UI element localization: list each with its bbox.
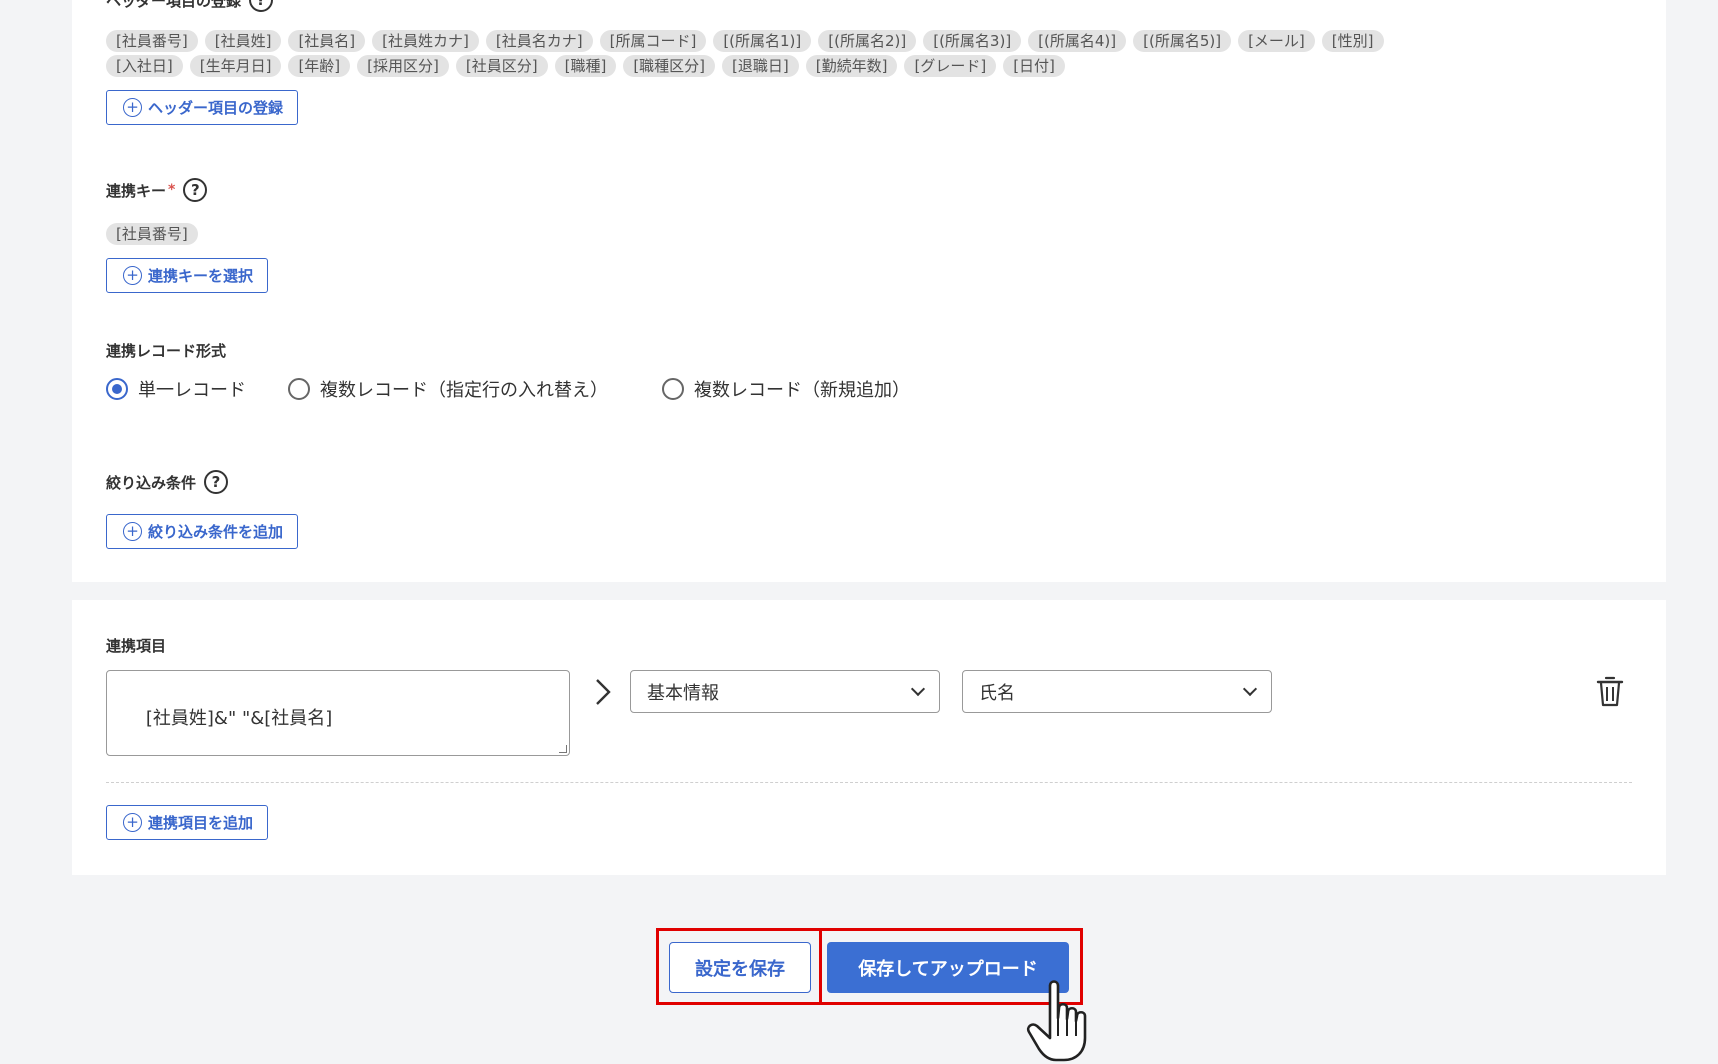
field-chip: [社員区分] <box>455 55 548 77</box>
settings-card: ヘッダー項目の登録 ? [社員番号] [社員姓] [社員名] [社員姓カナ] [社員名カ… <box>72 0 1666 582</box>
field-select-value: 氏名 <box>979 682 1015 704</box>
field-chip: [性別] <box>1321 30 1384 52</box>
category-select[interactable]: 基本情報 <box>630 670 940 713</box>
filter-label: 絞り込み条件 ? <box>106 470 229 494</box>
field-chip: [(所属名5)] <box>1133 30 1232 52</box>
plus-circle-icon: + <box>123 266 142 285</box>
radio-single-record[interactable]: 単一レコード <box>106 376 246 402</box>
field-chip: [社員名] <box>288 30 366 52</box>
header-section-label: ヘッダー項目の登録 ? <box>106 0 274 12</box>
plus-circle-icon: + <box>123 98 142 117</box>
expression-text: [社員姓]&" "&[社員名] <box>145 708 333 729</box>
chevron-down-icon <box>910 681 926 696</box>
chevron-right-icon <box>594 677 612 714</box>
select-link-key-button-label: 連携キーを選択 <box>148 267 254 285</box>
radio-circle[interactable] <box>662 378 684 400</box>
field-chip: [(所属名1)] <box>713 30 812 52</box>
link-key-label: 連携キー * ? <box>106 178 208 202</box>
save-settings-button[interactable]: 設定を保存 <box>669 942 811 993</box>
header-section-label-text: ヘッダー項目の登録 <box>106 0 242 10</box>
field-chip: [退職日] <box>722 55 799 77</box>
field-chip: [年齢] <box>288 55 351 77</box>
field-chip: [社員姓] <box>204 30 282 52</box>
field-chip: [社員姓カナ] <box>372 30 479 52</box>
save-settings-button-label: 設定を保存 <box>695 958 785 980</box>
record-format-label: 連携レコード形式 <box>106 340 226 361</box>
radio-circle[interactable] <box>288 378 310 400</box>
field-chip: [メール] <box>1238 30 1315 52</box>
header-chip-row-1: [社員番号] [社員姓] [社員名] [社員姓カナ] [社員名カナ] [所属コード] [(所… <box>106 30 1384 52</box>
field-chip: [職種] <box>554 55 617 77</box>
add-filter-button[interactable]: + 絞り込み条件を追加 <box>106 514 299 549</box>
field-chip: [勤続年数] <box>805 55 898 77</box>
plus-circle-icon: + <box>123 813 142 832</box>
select-link-key-button[interactable]: + 連携キーを選択 <box>106 258 269 293</box>
field-chip: [日付] <box>1003 55 1065 77</box>
add-filter-button-label: 絞り込み条件を追加 <box>148 523 284 541</box>
add-link-item-button-label: 連携項目を追加 <box>148 814 254 832</box>
help-icon[interactable]: ? <box>204 470 229 494</box>
record-format-label-text: 連携レコード形式 <box>106 342 227 360</box>
field-chip: [入社日] <box>106 55 183 77</box>
radio-multi-add[interactable]: 複数レコード（新規追加） <box>662 376 910 402</box>
hand-pointer-icon <box>1026 978 1100 1064</box>
field-chip: [社員番号] <box>106 223 198 245</box>
save-and-upload-button-label: 保存してアップロード <box>858 958 1038 980</box>
field-chip: [所属コード] <box>599 30 707 52</box>
help-icon[interactable]: ? <box>183 178 208 202</box>
field-chip: [(所属名4)] <box>1028 30 1127 52</box>
link-items-label: 連携項目 <box>106 635 166 656</box>
field-chip: [採用区分] <box>357 55 449 77</box>
link-key-label-text: 連携キー <box>106 181 167 200</box>
field-select[interactable]: 氏名 <box>962 670 1272 713</box>
field-chip: [社員名カナ] <box>485 30 593 52</box>
field-chip: [生年月日] <box>189 55 282 77</box>
required-mark: * <box>168 182 176 198</box>
radio-multi-replace[interactable]: 複数レコード（指定行の入れ替え） <box>288 376 608 402</box>
register-header-button[interactable]: + ヘッダー項目の登録 <box>106 90 299 125</box>
link-items-card: 連携項目 [社員姓]&" "&[社員名] 基本情報 氏名 + 連携項目を追加 <box>72 600 1666 875</box>
record-format-radio-group: 単一レコード 複数レコード（指定行の入れ替え） 複数レコード（新規追加） <box>106 376 910 402</box>
link-items-label-text: 連携項目 <box>106 637 167 655</box>
radio-multi-add-label: 複数レコード（新規追加） <box>694 380 910 401</box>
radio-single-record-label: 単一レコード <box>138 380 246 401</box>
resize-grip[interactable] <box>559 745 567 753</box>
field-chip: [社員番号] <box>106 30 198 52</box>
divider <box>106 782 1632 783</box>
field-chip: [グレード] <box>904 55 997 77</box>
help-icon[interactable]: ? <box>249 0 274 12</box>
expression-textarea[interactable]: [社員姓]&" "&[社員名] <box>106 670 570 756</box>
field-chip: [職種区分] <box>623 55 716 77</box>
filter-label-text: 絞り込み条件 <box>106 473 197 492</box>
chevron-down-icon <box>1242 681 1258 696</box>
register-header-button-label: ヘッダー項目の登録 <box>148 99 284 117</box>
field-chip: [(所属名2)] <box>818 30 917 52</box>
field-chip: [(所属名3)] <box>923 30 1022 52</box>
category-select-value: 基本情報 <box>647 682 719 704</box>
plus-circle-icon: + <box>123 522 142 541</box>
header-chip-row-2: [入社日] [生年月日] [年齢] [採用区分] [社員区分] [職種] [職種区分] [退職… <box>106 55 1065 77</box>
add-link-item-button[interactable]: + 連携項目を追加 <box>106 805 269 840</box>
link-key-chips: [社員番号] <box>106 223 198 245</box>
radio-multi-replace-label: 複数レコード（指定行の入れ替え） <box>320 380 608 401</box>
radio-circle-selected[interactable] <box>106 378 128 400</box>
trash-icon[interactable] <box>1596 676 1624 708</box>
